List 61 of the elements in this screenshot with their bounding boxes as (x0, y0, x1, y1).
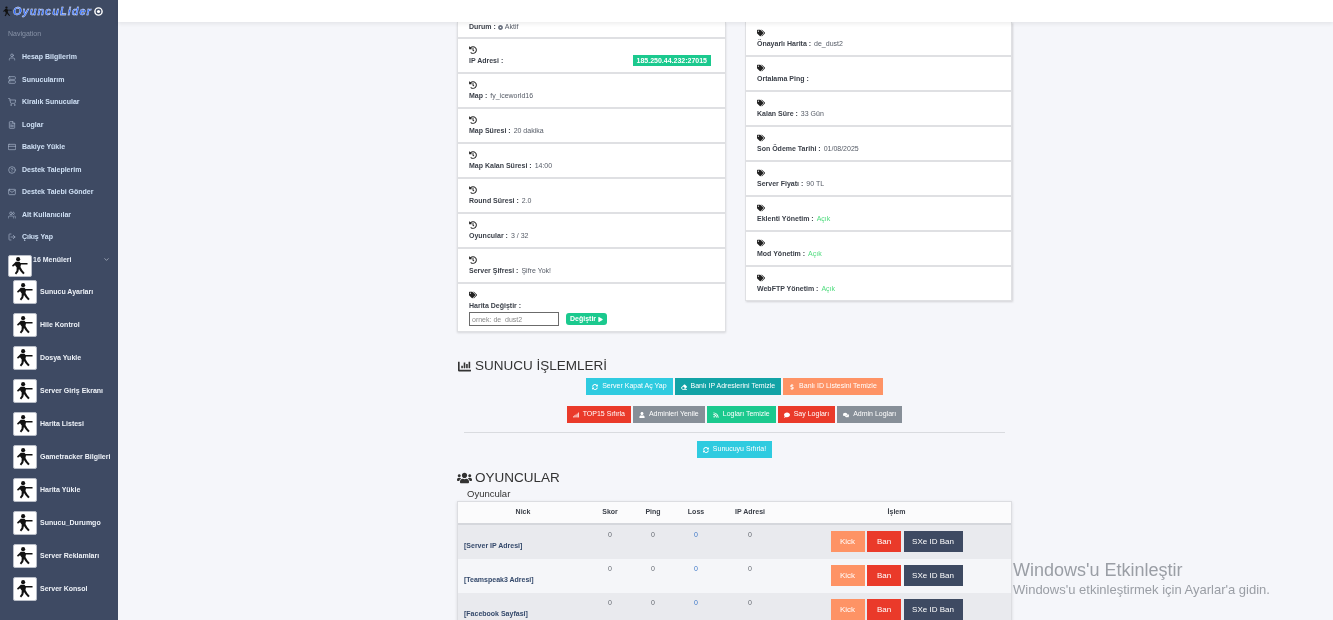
history-icon (469, 186, 477, 194)
refresh-icon (592, 383, 599, 390)
user-icon (8, 53, 16, 62)
activation-text: Windows'u etkinleştirmek için Ayarlar'a gidin. (1013, 581, 1270, 599)
document-icon (8, 120, 16, 129)
history-icon (469, 116, 477, 124)
card-icon (8, 143, 16, 152)
users-icon (457, 472, 472, 484)
eraser-icon (680, 383, 687, 390)
history-icon (469, 46, 477, 54)
section-title: OYUNCULAR (475, 469, 560, 487)
tags-icon (757, 239, 765, 247)
soldier-icon (13, 478, 37, 502)
tags-icon (757, 29, 765, 37)
history-icon (469, 256, 477, 264)
activation-title: Windows'u Etkinleştir (1013, 559, 1184, 581)
history-icon (469, 151, 477, 159)
soldier-icon (8, 254, 32, 277)
comments-icon (843, 411, 850, 418)
id-ban-button[interactable]: SXe ID Ban (903, 599, 963, 620)
tags-icon (757, 64, 765, 72)
rss-icon (712, 411, 719, 418)
soldier-icon (13, 379, 37, 403)
user-icon (638, 411, 645, 418)
table-caption: Oyuncular (467, 488, 511, 500)
dollar-icon (789, 383, 796, 390)
soldier-icon (13, 445, 37, 469)
refresh-icon (702, 446, 709, 453)
logout-icon (8, 233, 16, 242)
soldier-icon (13, 313, 37, 337)
tags-icon (757, 274, 765, 282)
ban-button[interactable]: Ban (867, 565, 901, 586)
help-icon (8, 165, 16, 174)
cart-icon (8, 98, 16, 107)
server-icon (8, 75, 16, 84)
section-title: SUNUCU İŞLEMLERİ (475, 357, 608, 375)
tags-icon (469, 291, 477, 299)
id-ban-button[interactable]: SXe ID Ban (903, 531, 963, 552)
tags-icon (757, 134, 765, 142)
ban-button[interactable]: Ban (867, 599, 901, 620)
bar-chart-icon (457, 359, 472, 373)
id-ban-button[interactable]: SXe ID Ban (903, 565, 963, 586)
mail-icon (8, 188, 16, 197)
ring-icon (93, 6, 103, 16)
tags-icon (757, 204, 765, 212)
soldier-icon (13, 544, 37, 568)
comment-icon (783, 411, 790, 418)
play-icon (598, 316, 604, 322)
tags-icon (757, 169, 765, 177)
soldier-icon (13, 511, 37, 535)
signal-icon (572, 411, 579, 418)
ban-button[interactable]: Ban (867, 531, 901, 552)
soldier-icon (3, 5, 12, 17)
users-icon (8, 210, 16, 219)
soldier-icon (13, 280, 37, 304)
soldier-icon (13, 346, 37, 370)
soldier-icon (13, 577, 37, 601)
history-icon (469, 81, 477, 89)
tags-icon (757, 99, 765, 107)
history-icon (469, 221, 477, 229)
soldier-icon (13, 412, 37, 436)
